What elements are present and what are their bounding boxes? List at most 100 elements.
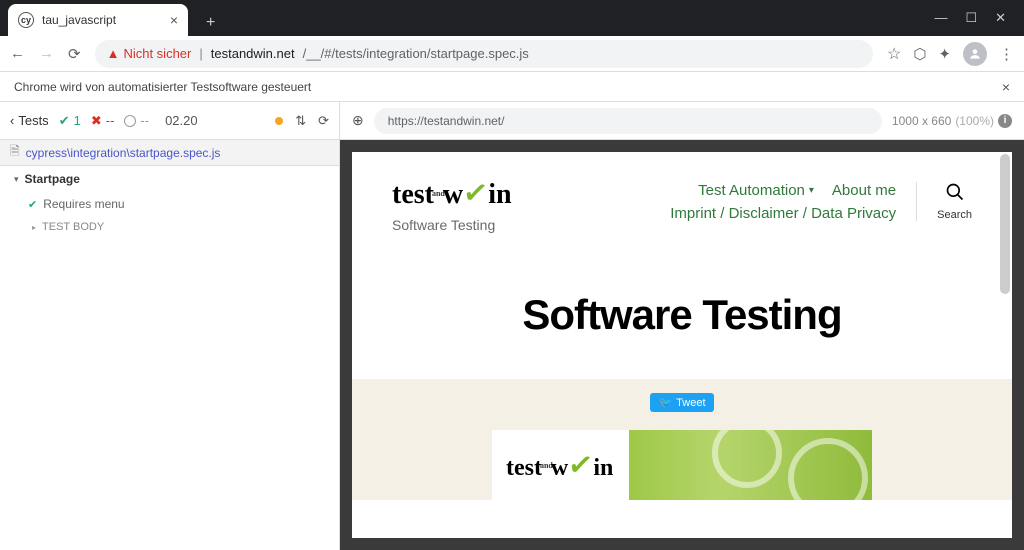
forward-icon[interactable]: → (39, 45, 54, 62)
search-icon (945, 182, 965, 207)
reload-icon[interactable]: ⟳ (68, 45, 81, 63)
extension-icon[interactable]: ⬡ (913, 45, 926, 63)
banner-logo-end: in (593, 455, 613, 482)
circle-icon (124, 115, 136, 127)
aut-iframe: test and w ✓ in Software Testing T (352, 152, 1012, 538)
back-icon[interactable]: ← (10, 45, 25, 62)
infobar-text: Chrome wird von automatisierter Testsoft… (14, 80, 311, 94)
updown-arrows-icon[interactable]: ⇅ (295, 113, 306, 129)
aut-viewport: test and w ✓ in Software Testing T (340, 140, 1024, 550)
logo-text-end: in (488, 179, 511, 211)
chevron-right-icon: ▸ (32, 223, 36, 232)
pass-count: ✔ 1 (59, 113, 81, 129)
minimize-icon[interactable]: — (934, 10, 947, 26)
check-logo-icon: ✓ (461, 174, 491, 212)
tweet-label: Tweet (676, 397, 705, 409)
omnibox[interactable]: ▲ Nicht sicher | testandwin.net /__/#/tes… (95, 40, 873, 68)
spec-file-bar[interactable]: 🗎 cypress\integration\startpage.spec.js (0, 140, 339, 166)
site-logo[interactable]: test and w ✓ in (392, 176, 512, 211)
site-nav: Test Automation ▾ About me Imprint / Dis… (670, 182, 896, 222)
test-body-row[interactable]: ▸ TEST BODY (0, 216, 339, 238)
nav-privacy[interactable]: Imprint / Disclaimer / Data Privacy (670, 205, 896, 222)
content-section: 🐦 Tweet test and w ✓ in (352, 379, 1012, 500)
fail-count-value: -- (106, 113, 115, 128)
menu-icon[interactable]: ⋮ (999, 45, 1014, 63)
check-logo-icon: ✓ (566, 446, 596, 484)
banner-logo: test and w ✓ in (506, 448, 613, 483)
url-host: testandwin.net (211, 46, 295, 61)
hero-title: Software Testing (352, 291, 1012, 339)
profile-avatar-icon[interactable] (963, 42, 987, 66)
aut-header: ⊕ https://testandwin.net/ 1000 x 660 (10… (340, 102, 1024, 140)
test-row[interactable]: ✔ Requires menu (0, 192, 339, 216)
status-dot-icon (275, 117, 283, 125)
tab-title: tau_javascript (42, 13, 162, 27)
site-header: test and w ✓ in Software Testing T (352, 152, 1012, 241)
cypress-header-controls: ⇅ ⟳ (275, 113, 329, 129)
nav-about-me[interactable]: About me (832, 182, 896, 199)
nav-row-2: Imprint / Disclaimer / Data Privacy (670, 205, 896, 222)
twitter-icon: 🐦 (658, 396, 672, 409)
automation-infobar: Chrome wird von automatisierter Testsoft… (0, 72, 1024, 102)
nav-test-automation-label: Test Automation (698, 182, 805, 199)
viewport-info[interactable]: 1000 x 660 (100%) i (892, 114, 1012, 128)
test-list: ▾ Startpage ✔ Requires menu ▸ TEST BODY (0, 166, 339, 550)
aut-panel: ⊕ https://testandwin.net/ 1000 x 660 (10… (340, 102, 1024, 550)
chevron-left-icon: ‹ (10, 113, 14, 128)
tests-back-button[interactable]: ‹ Tests (10, 113, 49, 128)
test-body-label: TEST BODY (42, 221, 104, 233)
viewport-dimensions: 1000 x 660 (892, 114, 951, 128)
x-icon: ✖ (91, 113, 102, 129)
pending-count: -- (124, 113, 149, 128)
test-title: Requires menu (43, 197, 124, 211)
site-search[interactable]: Search (916, 182, 972, 221)
close-window-icon[interactable]: ✕ (995, 10, 1006, 26)
maximize-icon[interactable]: ☐ (965, 10, 977, 26)
infobar-close-icon[interactable]: × (1002, 79, 1010, 95)
tests-back-label: Tests (18, 113, 48, 128)
tab-strip: cy tau_javascript × + (0, 0, 223, 36)
test-stats: ✔ 1 ✖ -- -- 02.20 (59, 113, 198, 129)
chevron-down-icon: ▾ (14, 174, 19, 185)
url-separator: | (199, 46, 202, 61)
suite-title: Startpage (25, 172, 80, 186)
app-body: ‹ Tests ✔ 1 ✖ -- -- 02.20 (0, 102, 1024, 550)
url-path: /__/#/tests/integration/startpage.spec.j… (303, 46, 529, 61)
tweet-button[interactable]: 🐦 Tweet (650, 393, 713, 412)
not-secure-label: Nicht sicher (123, 46, 191, 61)
spec-file-path: cypress\integration\startpage.spec.js (26, 146, 221, 160)
site-branding: test and w ✓ in Software Testing (392, 176, 512, 233)
close-icon[interactable]: × (170, 12, 178, 28)
window-controls: — ☐ ✕ (916, 10, 1024, 26)
check-icon: ✔ (59, 113, 70, 129)
selector-playground-icon[interactable]: ⊕ (352, 112, 364, 129)
rerun-icon[interactable]: ⟳ (318, 113, 329, 129)
duration: 02.20 (165, 113, 198, 128)
gear-icon (712, 430, 782, 488)
site-tagline: Software Testing (392, 217, 512, 233)
cypress-panel: ‹ Tests ✔ 1 ✖ -- -- 02.20 (0, 102, 340, 550)
toolbar-right: ☆ ⬡ ✦ ⋮ (887, 42, 1014, 66)
search-label: Search (937, 209, 972, 221)
nav-test-automation[interactable]: Test Automation ▾ (698, 182, 814, 199)
aut-url-bar[interactable]: https://testandwin.net/ (374, 108, 882, 134)
suite-row[interactable]: ▾ Startpage (0, 166, 339, 192)
check-icon: ✔ (28, 198, 37, 211)
window-titlebar: cy tau_javascript × + — ☐ ✕ (0, 0, 1024, 36)
hero-section: Software Testing (352, 241, 1012, 379)
new-tab-button[interactable]: + (198, 10, 223, 36)
scrollbar[interactable] (1000, 154, 1010, 294)
extensions-puzzle-icon[interactable]: ✦ (938, 45, 951, 63)
viewport-scale: (100%) (955, 114, 994, 128)
gear-icon (788, 438, 868, 500)
banner-logo-pre: test (506, 455, 542, 482)
banner-image: test and w ✓ in (492, 430, 872, 500)
logo-text-pre: test (392, 179, 434, 211)
browser-toolbar: ← → ⟳ ▲ Nicht sicher | testandwin.net /__… (0, 36, 1024, 72)
security-indicator[interactable]: ▲ Nicht sicher (107, 46, 192, 61)
browser-tab[interactable]: cy tau_javascript × (8, 4, 188, 36)
cypress-header: ‹ Tests ✔ 1 ✖ -- -- 02.20 (0, 102, 339, 140)
bookmark-icon[interactable]: ☆ (887, 44, 901, 64)
pending-count-value: -- (140, 113, 149, 128)
chevron-down-icon: ▾ (809, 185, 814, 196)
